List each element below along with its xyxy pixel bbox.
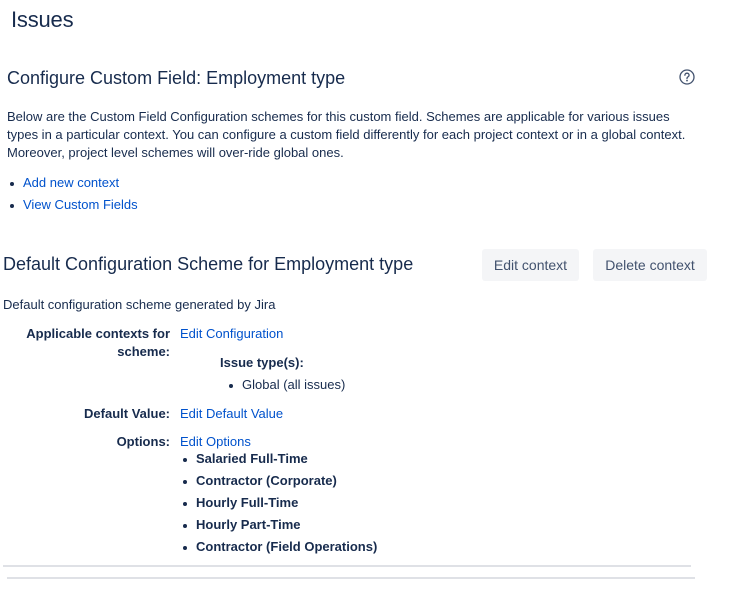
applicable-contexts-label-line2: scheme:	[117, 344, 170, 359]
question-circle-icon[interactable]	[679, 69, 695, 85]
scheme-title: Default Configuration Scheme for Employm…	[3, 254, 414, 274]
edit-default-value-link[interactable]: Edit Default Value	[180, 405, 283, 423]
applicable-contexts-label: Applicable contexts for scheme:	[26, 325, 170, 361]
divider	[7, 577, 695, 579]
list-item: Add new context	[7, 175, 138, 197]
view-custom-fields-link[interactable]: View Custom Fields	[23, 197, 138, 212]
list-item: Salaried Full-Time	[180, 451, 377, 473]
issue-types-list: Global (all issues)	[226, 377, 345, 399]
configure-links-list: Add new context View Custom Fields	[7, 175, 138, 219]
list-item: View Custom Fields	[7, 197, 138, 219]
scheme-description: Default configuration scheme generated b…	[3, 297, 276, 312]
options-list: Salaried Full-Time Contractor (Corporate…	[180, 451, 377, 561]
configure-description: Below are the Custom Field Configuration…	[7, 109, 686, 160]
applicable-contexts-label-line1: Applicable contexts for	[26, 326, 170, 341]
list-item: Hourly Part-Time	[180, 517, 377, 539]
list-item: Contractor (Field Operations)	[180, 539, 377, 561]
add-new-context-link[interactable]: Add new context	[23, 175, 119, 190]
configure-field-title: Configure Custom Field: Employment type	[7, 68, 346, 88]
edit-options-link[interactable]: Edit Options	[180, 433, 251, 451]
options-label: Options:	[116, 434, 170, 449]
list-item: Hourly Full-Time	[180, 495, 377, 517]
edit-configuration-link[interactable]: Edit Configuration	[180, 325, 283, 343]
default-value-label: Default Value:	[84, 406, 170, 421]
divider	[3, 565, 691, 567]
page-title: Issues	[11, 7, 74, 32]
delete-context-button[interactable]: Delete context	[593, 249, 707, 281]
edit-context-button[interactable]: Edit context	[482, 249, 579, 281]
list-item: Contractor (Corporate)	[180, 473, 377, 495]
issue-types-label: Issue type(s):	[220, 355, 304, 370]
list-item: Global (all issues)	[226, 377, 345, 399]
